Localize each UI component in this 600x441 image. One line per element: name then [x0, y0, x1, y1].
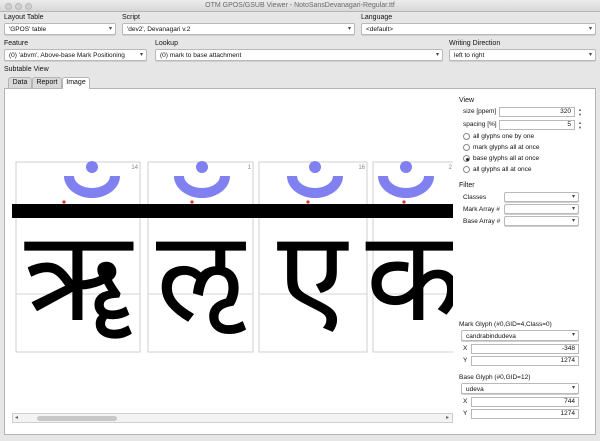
size-stepper[interactable]: ▲ ▼: [577, 107, 583, 117]
mark-y-label: Y: [463, 357, 468, 364]
writing-direction-label: Writing Direction: [449, 40, 501, 47]
feature-label: Feature: [4, 40, 29, 47]
base-array-label: Base Array #: [463, 218, 501, 225]
writing-direction-select[interactable]: left to right ▾: [449, 49, 596, 61]
language-select[interactable]: <default> ▾: [361, 23, 596, 35]
radio-all-glyphs-one-by-one[interactable]: [463, 133, 470, 140]
base-x-label: X: [463, 398, 468, 405]
layout-table-select[interactable]: 'GPOS' table ▾: [4, 23, 116, 35]
lookup-select[interactable]: (0) mark to base attachment ▾: [155, 49, 443, 61]
view-group-label: View: [459, 97, 475, 104]
chevron-down-icon: ▾: [571, 385, 575, 391]
base-glyph: ऌ: [156, 203, 247, 350]
radio-all-glyphs-all-at-once[interactable]: [463, 166, 470, 173]
feature-value: (0) 'abvm', Above-base Mark Positioning: [9, 52, 125, 59]
chevron-down-icon: ▾: [571, 206, 575, 212]
option-label: mark glyphs all at once: [473, 144, 540, 151]
chevron-down-icon: ▾: [571, 332, 575, 338]
script-label: Script: [122, 14, 140, 21]
classes-label: Classes: [463, 194, 487, 201]
mark-glyph-label: Mark Glyph (#0,GID=4,Class=0): [459, 321, 552, 328]
language-value: <default>: [366, 26, 394, 33]
mark-x-field[interactable]: -348: [471, 344, 579, 354]
tab-report[interactable]: Report: [32, 77, 62, 88]
chevron-down-icon: ▾: [435, 52, 439, 58]
mark-glyph-select[interactable]: candrabindudeva ▾: [461, 330, 579, 341]
tab-data[interactable]: Data: [8, 77, 32, 88]
chevron-down-icon: ▾: [139, 52, 143, 58]
classes-select[interactable]: ▾: [504, 192, 579, 202]
layout-table-label: Layout Table: [4, 14, 44, 21]
lookup-label: Lookup: [155, 40, 178, 47]
chevron-down-icon: ▾: [108, 26, 112, 32]
horizontal-scrollbar[interactable]: ◂ ▸: [12, 413, 453, 423]
window-title: OTM GPOS/GSUB Viewer - NotoSansDevanagar…: [205, 2, 395, 9]
tab-image[interactable]: Image: [62, 77, 90, 89]
mark-array-label: Mark Array #: [463, 206, 500, 213]
script-value: 'dev2', Devanagari v.2: [127, 26, 191, 33]
radio-base-glyphs-all-at-once[interactable]: [463, 155, 470, 162]
base-glyph: ॠ: [24, 203, 134, 350]
chevron-down-icon: ▾: [588, 26, 592, 32]
base-x-field[interactable]: 744: [471, 397, 579, 407]
base-array-select[interactable]: ▾: [504, 216, 579, 226]
chevron-down-icon: ▾: [571, 194, 575, 200]
lookup-value: (0) mark to base attachment: [160, 52, 242, 59]
chevron-down-icon: ▾: [571, 218, 575, 224]
chevron-down-icon: ▾: [588, 52, 592, 58]
base-y-field[interactable]: 1274: [471, 409, 579, 419]
base-glyph-select[interactable]: udeva ▾: [461, 383, 579, 394]
language-label: Language: [361, 14, 393, 21]
spacing-input[interactable]: 5: [499, 120, 575, 130]
scrollbar-thumb[interactable]: [37, 416, 117, 421]
mark-x-label: X: [463, 345, 468, 352]
size-label: size [ppem]: [463, 108, 497, 115]
mark-y-field[interactable]: 1274: [471, 356, 579, 366]
layout-table-value: 'GPOS' table: [9, 26, 47, 33]
option-label: all glyphs one by one: [473, 133, 535, 140]
radio-mark-glyphs-all-at-once[interactable]: [463, 144, 470, 151]
size-input[interactable]: 320: [499, 107, 575, 117]
base-glyph-name: udeva: [466, 386, 484, 393]
base-glyph: ए: [277, 203, 349, 350]
script-select[interactable]: 'dev2', Devanagari v.2 ▾: [122, 23, 355, 35]
spacing-label: spacing [%]: [463, 121, 497, 128]
glyph-cell-index: 14: [131, 165, 138, 171]
feature-select[interactable]: (0) 'abvm', Above-base Mark Positioning …: [4, 49, 147, 61]
scroll-right-icon[interactable]: ▸: [446, 414, 449, 421]
glyph-canvas-svg: 14 1 16 2 ॠ ऌ ए क: [12, 161, 453, 353]
chevron-down-icon: ▾: [347, 26, 351, 32]
glyph-cell-index: 16: [358, 165, 365, 171]
base-glyph: क: [366, 203, 453, 350]
subtable-view-label: Subtable View: [4, 66, 49, 73]
mark-glyph-name: candrabindudeva: [466, 333, 516, 340]
scroll-left-icon[interactable]: ◂: [15, 414, 18, 421]
writing-direction-value: left to right: [454, 52, 485, 59]
mark-array-select[interactable]: ▾: [504, 204, 579, 214]
spacing-stepper[interactable]: ▲ ▼: [577, 120, 583, 130]
base-glyph-label: Base Glyph (#0,GID=12): [459, 374, 531, 381]
glyph-canvas[interactable]: 14 1 16 2 ॠ ऌ ए क: [12, 96, 453, 412]
base-y-label: Y: [463, 410, 468, 417]
filter-group-label: Filter: [459, 182, 475, 189]
title-bar: OTM GPOS/GSUB Viewer - NotoSansDevanagar…: [0, 0, 600, 12]
option-label: all glyphs all at once: [473, 166, 532, 173]
option-label: base glyphs all at once: [473, 155, 540, 162]
